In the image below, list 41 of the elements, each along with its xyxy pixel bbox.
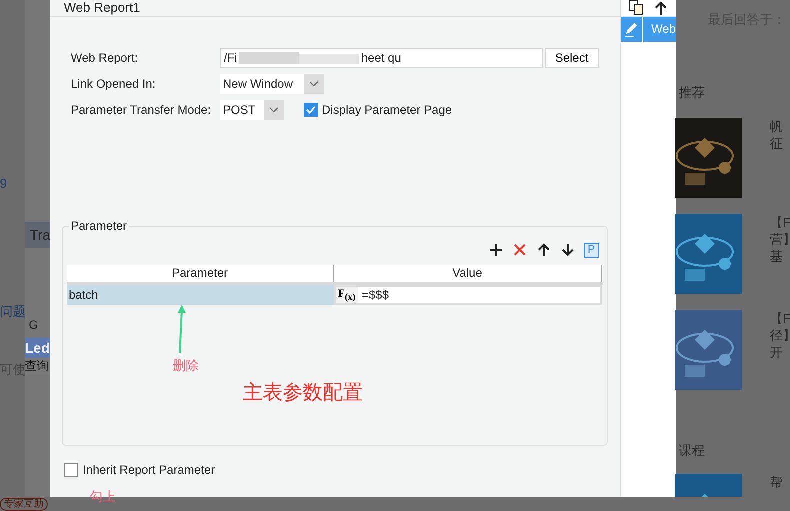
article-title[interactable]: 帮 [770,474,783,497]
annotation-text: 勾上 [90,488,117,506]
formula-button[interactable]: F$_{(x)}$ [336,287,358,303]
annotation-arrow [176,305,186,355]
field-label: Web Report: [71,51,140,65]
page-text[interactable]: 问题 [0,303,25,321]
table-cell[interactable]: batch [67,285,334,305]
transfer-mode-dropdown[interactable]: POST [220,100,284,120]
article-title[interactable]: 帆 征 [770,118,783,198]
checkbox-label: Display Parameter Page [322,103,452,117]
up-arrow-icon[interactable] [653,0,669,16]
report-path-field[interactable]: /Fi heet qu [220,48,543,68]
up-arrow-icon[interactable] [536,242,552,258]
section-heading: 课程 [679,442,705,460]
dropdown-caret-icon [264,100,284,120]
page-text[interactable]: 9 [0,176,8,191]
checkbox[interactable] [304,103,318,117]
dialog-title: Web Report1 [50,0,620,17]
delete-icon[interactable] [512,242,528,258]
down-arrow-icon[interactable] [560,242,576,258]
add-icon[interactable] [488,242,504,258]
field-label: Link Opened In: [71,77,157,91]
checkbox[interactable] [64,463,78,477]
column-header: G [28,318,40,332]
link-target-dropdown[interactable]: New Window [220,74,324,94]
parameter-button[interactable]: P [584,242,599,258]
group-title: Parameter [69,219,130,233]
field-label: Parameter Transfer Mode: [71,103,212,117]
section-heading: 推荐 [679,84,705,102]
annotation-text: 删除 [173,357,199,375]
column-header: Parameter [67,265,334,282]
checkbox-label: Inherit Report Parameter [83,463,216,477]
annotation-text: 主表参数配置 [243,381,363,406]
panel-item[interactable]: Web [621,17,676,42]
expert-badge: 专家互助 [0,498,48,511]
value-field[interactable]: F$_{(x)}$ =$$$ [334,285,602,305]
dropdown-caret-icon [304,74,324,94]
select-button[interactable]: Select [545,48,599,68]
copy-icon[interactable] [629,0,645,16]
column-header: Value [334,265,602,282]
table-header-cell: Led [25,338,50,358]
